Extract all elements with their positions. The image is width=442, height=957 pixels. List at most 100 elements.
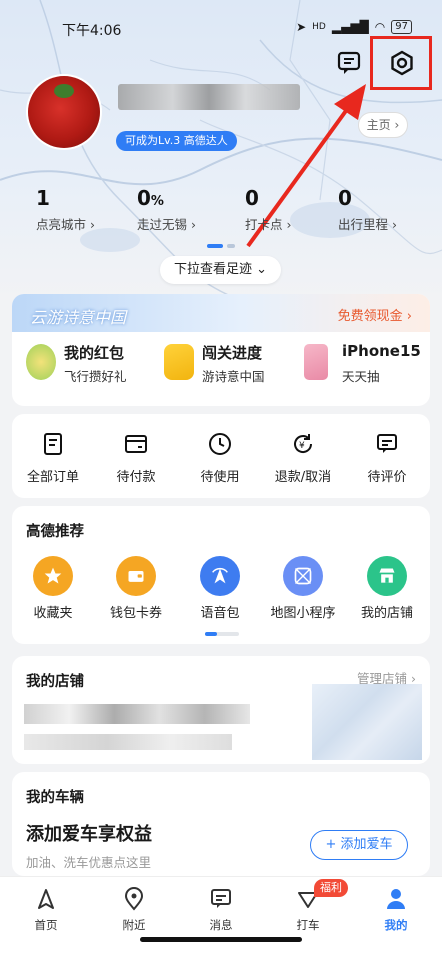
order-label: 待付款 [116,470,156,485]
order-refund[interactable]: ¥ 退款/取消 [268,432,338,485]
location-arrow-icon: ➤ [296,20,307,34]
message-icon[interactable] [332,46,366,80]
stat-value: 0 [338,186,352,210]
clock-icon [209,433,231,455]
red-packet-icon [26,344,56,380]
home-page-label: 主页 [366,118,391,132]
promo-item-title: 我的红包 [64,344,125,362]
stat-travel-distance[interactable]: 0 出行里程 › [338,186,397,233]
annotation-highlight-box [370,36,432,90]
tab-label: 附近 [122,918,146,932]
order-label: 退款/取消 [274,470,332,485]
flag-icon [164,344,194,380]
rec-map-apps[interactable]: 地图小程序 [268,556,338,621]
tab-nearby[interactable]: 附近 [104,887,164,933]
promo-card: 云游诗意中国 免费领现金 › 我的红包 飞行攒好礼 闯关进度 游诗意中国 iPh… [12,294,430,406]
rec-wallet[interactable]: 钱包卡券 [101,556,171,621]
tab-home[interactable]: 首页 [16,887,76,933]
stat-lit-cities[interactable]: 1 点亮城市 › [36,186,95,233]
promo-item-subtitle: 游诗意中国 [202,369,265,384]
stat-wuxi-percent[interactable]: 0% 走过无锡 › [137,186,196,233]
level-badge[interactable]: 可成为Lv.3 高德达人 [116,131,237,151]
order-label: 全部订单 [26,470,79,485]
add-car-button[interactable]: + 添加爱车 [310,830,408,860]
message-icon [211,889,231,908]
stat-label: 出行里程 [338,217,389,232]
stat-value: 0 [137,186,151,210]
home-indicator [140,937,302,942]
promo-banner-title: 云游诗意中国 [30,308,127,327]
rec-label: 地图小程序 [270,606,336,621]
map-app-icon [283,556,323,596]
phone-icon [304,344,328,380]
rec-favorites[interactable]: 收藏夹 [18,556,88,621]
rec-label: 语音包 [200,606,240,621]
tab-bar: 首页 附近 消息 打车 福利 我的 [0,876,442,957]
rec-label: 收藏夹 [33,606,73,621]
wallet-card-icon [125,435,147,453]
order-pending-payment[interactable]: 待付款 [101,432,171,485]
status-time: 下午4:06 [62,23,122,39]
order-list-icon [44,433,62,455]
wallet-icon [116,556,156,596]
tab-label: 打车 [296,918,320,932]
home-page-button[interactable]: 主页 › [358,112,408,138]
shop-image-redacted [312,684,422,760]
wifi-icon: ◠ [374,20,386,34]
shop-icon [367,556,407,596]
pull-hint-label: 下拉查看足迹 [173,262,252,277]
star-icon [33,556,73,596]
shop-card: 我的店铺 管理店铺 › [12,656,430,764]
username-redacted [118,84,300,110]
order-label: 待评价 [367,470,407,485]
promo-item-title: iPhone15 [342,342,421,360]
rec-my-shop[interactable]: 我的店铺 [352,556,422,621]
orders-card: 全部订单 待付款 待使用 ¥ 退款/取消 待评价 [12,414,430,498]
battery-icon: 97 [391,20,412,34]
svg-text:¥: ¥ [299,441,305,451]
voice-navigation-icon [200,556,240,596]
promo-item-title: 闯关进度 [202,344,263,362]
recommend-title: 高德推荐 [26,524,84,540]
stat-checkin-points[interactable]: 0 打卡点 › [245,186,292,233]
promo-cash-link[interactable]: 免费领现金 › [338,305,412,324]
order-all[interactable]: 全部订单 [18,432,88,485]
stat-value: 0 [245,186,259,210]
promo-item-subtitle: 飞行攒好礼 [64,369,127,384]
user-icon [387,889,405,909]
header-page-indicator [207,244,235,248]
tab-label: 我的 [384,918,408,932]
stat-label: 走过无锡 [137,217,188,232]
shop-title: 我的店铺 [26,674,84,690]
order-to-review[interactable]: 待评价 [352,432,422,485]
promo-banner[interactable]: 云游诗意中国 免费领现金 › [12,294,430,332]
navigation-arrow-icon [38,889,54,909]
signal-icon: HD [312,22,326,32]
tab-mine[interactable]: 我的 [366,887,426,933]
vehicle-title: 我的车辆 [26,790,84,806]
rec-label: 我的店铺 [360,606,413,621]
order-label: 待使用 [200,470,240,485]
signal-bars-icon: ▂▄▆█ [331,20,369,34]
tab-messages[interactable]: 消息 [191,887,251,933]
tab-label: 消息 [209,918,233,932]
stat-value: 1 [36,186,50,210]
avatar[interactable] [28,76,100,148]
recommend-card: 高德推荐 收藏夹 钱包卡券 语音包 地图小程序 我的店铺 [12,506,430,644]
stat-label: 点亮城市 [36,217,87,232]
rec-label: 钱包卡券 [109,606,162,621]
rec-voice-pack[interactable]: 语音包 [185,556,255,621]
shop-name-redacted [24,704,250,724]
vehicle-subtitle: 加油、洗车优惠点这里 [26,855,152,870]
chevron-down-icon: ⌄ [256,262,268,277]
status-icons: ➤ HD ▂▄▆█ ◠ 97 [296,20,412,34]
pull-footprint-button[interactable]: 下拉查看足迹 ⌄ [160,256,281,284]
location-pin-icon [124,887,144,911]
comment-icon [377,434,397,453]
vehicle-headline: 添加爱车享权益 [26,824,152,845]
tab-label: 首页 [34,918,58,932]
refund-icon: ¥ [294,434,313,453]
vehicle-card: 我的车辆 添加爱车享权益 加油、洗车优惠点这里 + 添加爱车 [12,772,430,876]
shop-address-redacted [24,734,232,750]
order-to-use[interactable]: 待使用 [185,432,255,485]
